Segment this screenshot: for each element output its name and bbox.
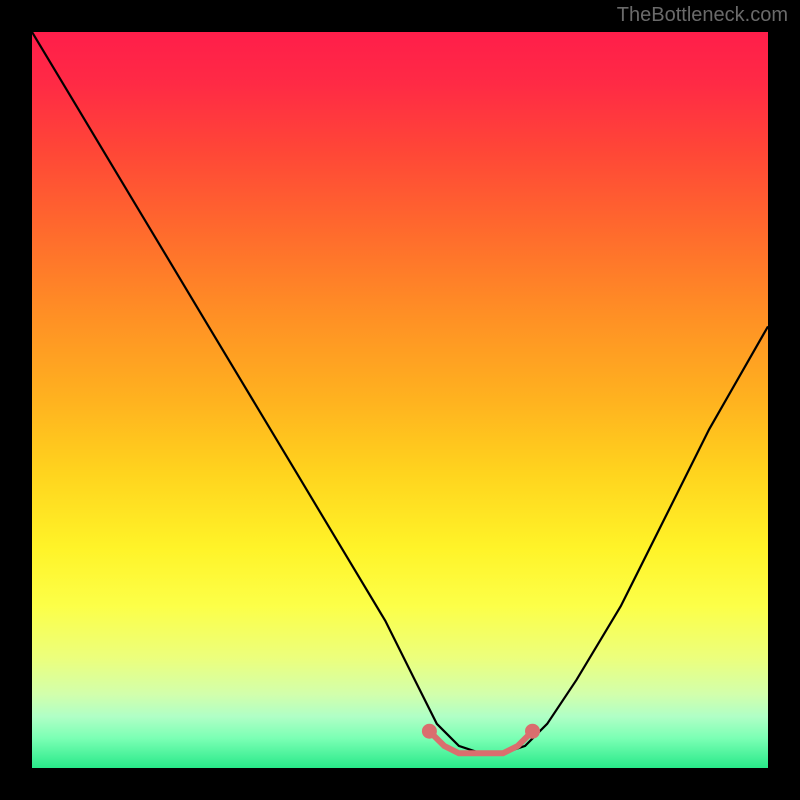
optimal-band-line	[429, 731, 532, 753]
watermark-text: TheBottleneck.com	[617, 4, 788, 27]
optimal-band-dot	[528, 727, 537, 736]
optimal-band-dot	[425, 727, 434, 736]
bottleneck-curve-line	[32, 32, 768, 753]
chart-svg	[32, 32, 768, 768]
optimal-band-marker	[425, 727, 537, 754]
chart-plot-area	[32, 32, 768, 768]
